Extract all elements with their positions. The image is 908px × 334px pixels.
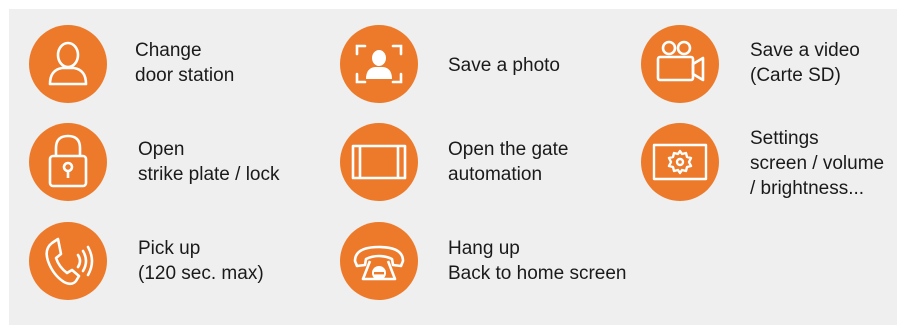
gate-icon	[339, 122, 419, 202]
person-icon	[28, 24, 108, 104]
item-label: Pick up (120 sec. max)	[138, 238, 264, 284]
item-label: Save a photo	[448, 55, 560, 76]
photo-capture-icon	[339, 24, 419, 104]
item-label: Open strike plate / lock	[138, 139, 280, 185]
item-label: Open the gate automation	[448, 139, 569, 185]
item-label: Hang up Back to home screen	[448, 238, 627, 284]
settings-screen-icon	[640, 122, 720, 202]
item-label: Save a video (Carte SD)	[750, 40, 860, 86]
item-label: Settings screen / volume / brightness...	[750, 128, 885, 199]
phone-pickup-icon	[28, 221, 108, 301]
item-label: Change door station	[135, 40, 235, 86]
padlock-icon	[28, 122, 108, 202]
video-camera-icon	[640, 24, 720, 104]
hang-up-icon	[339, 221, 419, 301]
